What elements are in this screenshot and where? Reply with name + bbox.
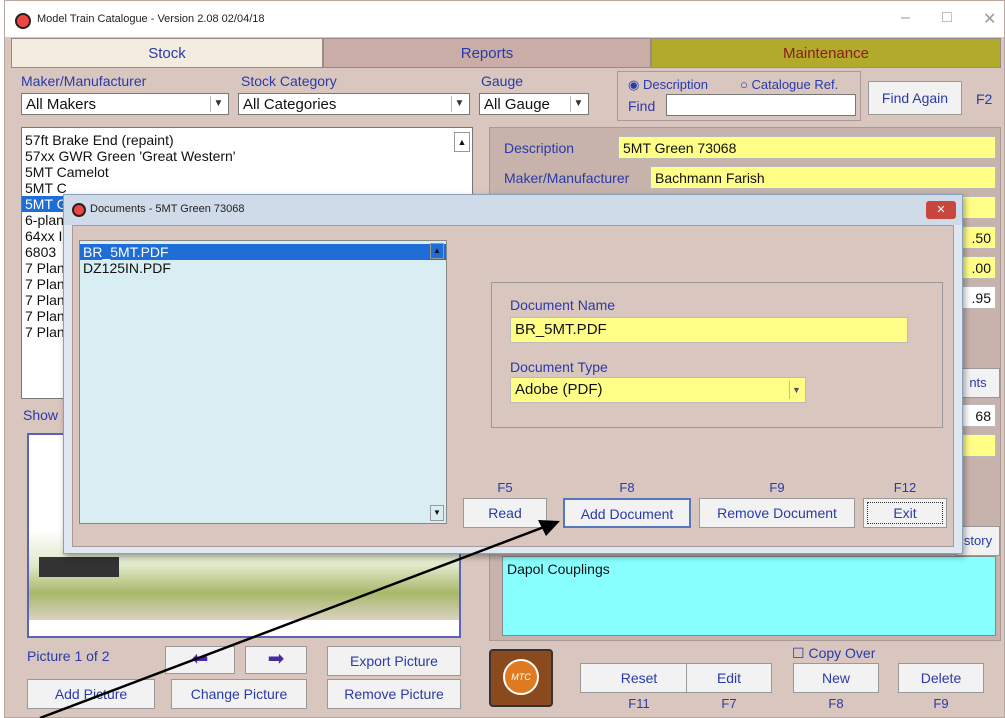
annotation-arrow <box>39 520 560 718</box>
